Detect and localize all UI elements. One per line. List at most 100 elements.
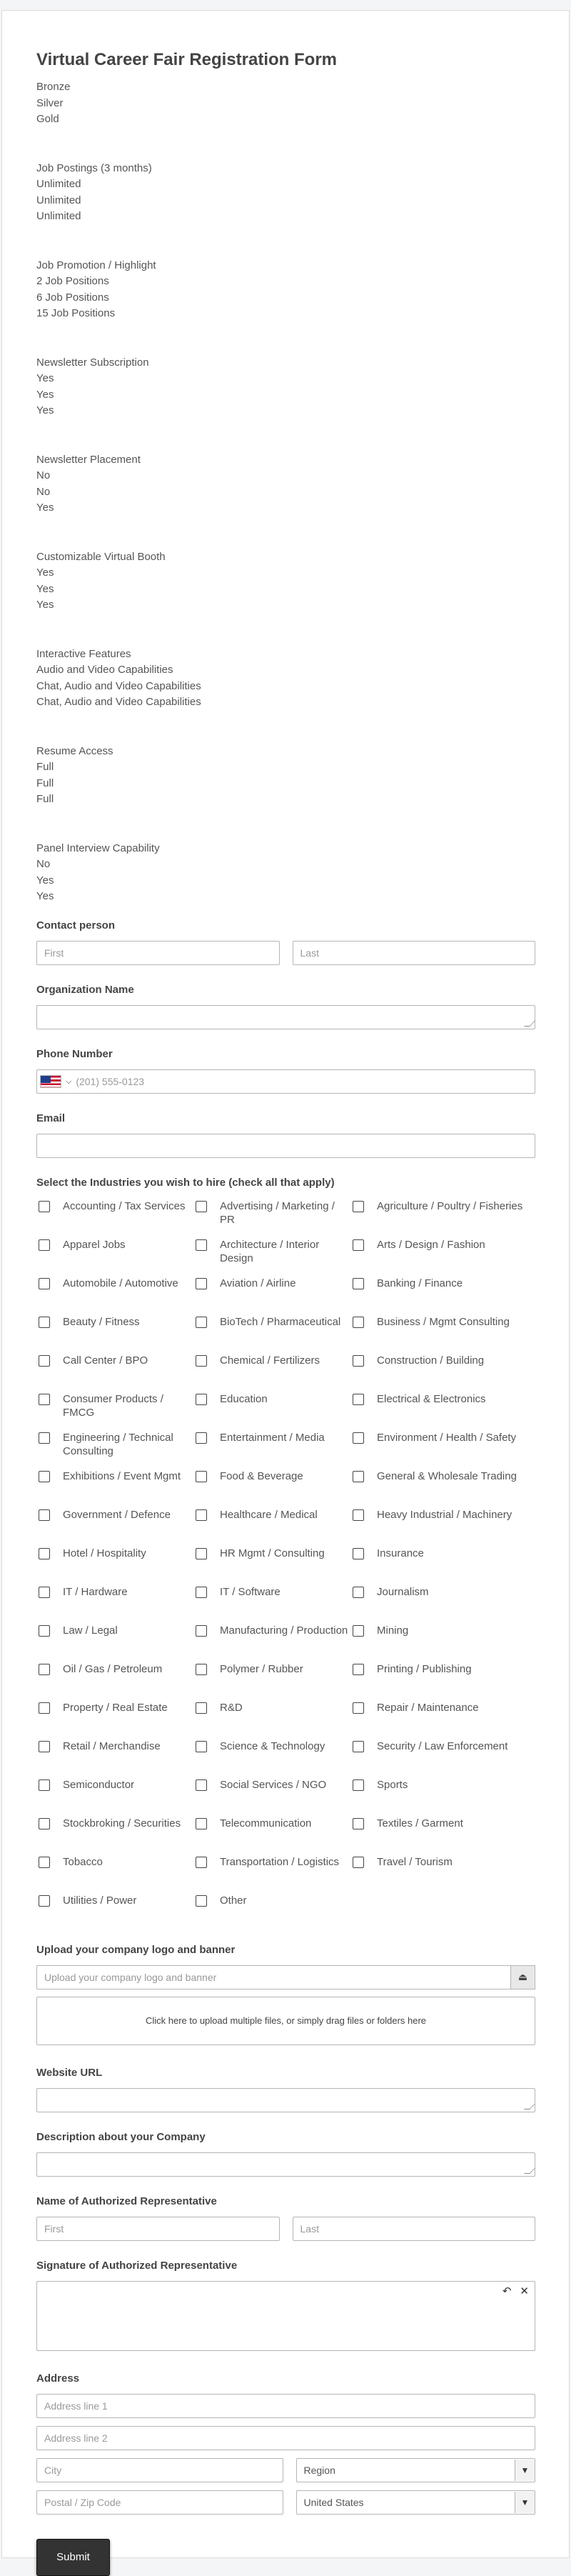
industry-checkbox-item[interactable]: Entertainment / Media	[193, 1431, 350, 1467]
industry-checkbox[interactable]	[39, 1509, 50, 1521]
industry-checkbox[interactable]	[39, 1817, 50, 1829]
industry-checkbox-item[interactable]: Tobacco	[36, 1855, 193, 1891]
industry-checkbox-item[interactable]: Polymer / Rubber	[193, 1662, 350, 1698]
industry-checkbox[interactable]	[39, 1277, 50, 1289]
industry-checkbox-item[interactable]: General & Wholesale Trading	[350, 1469, 535, 1505]
industry-checkbox-item[interactable]: Insurance	[350, 1547, 535, 1582]
industry-checkbox-item[interactable]: Manufacturing / Production	[193, 1624, 350, 1659]
industry-checkbox[interactable]	[196, 1432, 207, 1444]
industry-checkbox-item[interactable]: Banking / Finance	[350, 1277, 535, 1312]
industry-checkbox[interactable]	[39, 1856, 50, 1868]
website-url-textarea[interactable]	[36, 2087, 535, 2112]
email-input[interactable]	[36, 1133, 535, 1158]
resize-grip-icon[interactable]	[524, 2103, 535, 2110]
industry-checkbox-item[interactable]: Business / Mgmt Consulting	[350, 1315, 535, 1351]
industry-checkbox-item[interactable]: Construction / Building	[350, 1354, 535, 1389]
signature-pad[interactable]: ↶ ✕	[36, 2280, 535, 2351]
industry-checkbox-item[interactable]: Exhibitions / Event Mgmt	[36, 1469, 193, 1505]
industry-checkbox-item[interactable]: IT / Software	[193, 1585, 350, 1621]
industry-checkbox[interactable]	[39, 1316, 50, 1328]
industry-checkbox-item[interactable]: R&D	[193, 1701, 350, 1737]
industry-checkbox-item[interactable]: Stockbroking / Securities	[36, 1817, 193, 1852]
contact-last-name-input[interactable]: Last	[292, 940, 535, 965]
industry-checkbox[interactable]	[39, 1432, 50, 1444]
industry-checkbox[interactable]	[353, 1586, 364, 1598]
industry-checkbox-item[interactable]: Agriculture / Poultry / Fisheries	[350, 1199, 535, 1235]
industry-checkbox-item[interactable]: Retail / Merchandise	[36, 1739, 193, 1775]
industry-checkbox[interactable]	[196, 1817, 207, 1829]
upload-icon[interactable]: ⏏	[511, 1965, 535, 1990]
industry-checkbox[interactable]	[196, 1702, 207, 1714]
industry-checkbox-item[interactable]: Textiles / Garment	[350, 1817, 535, 1852]
industry-checkbox[interactable]	[196, 1316, 207, 1328]
city-input[interactable]: City	[36, 2457, 283, 2482]
us-flag-icon[interactable]	[40, 1074, 61, 1088]
industry-checkbox-item[interactable]: Other	[193, 1894, 350, 1929]
industry-checkbox-item[interactable]: Call Center / BPO	[36, 1354, 193, 1389]
industry-checkbox[interactable]	[39, 1663, 50, 1675]
industry-checkbox[interactable]	[39, 1470, 50, 1482]
industry-checkbox-item[interactable]: Utilities / Power	[36, 1894, 193, 1929]
representative-first-name-input[interactable]: First	[36, 2216, 280, 2241]
industry-checkbox[interactable]	[353, 1200, 364, 1212]
postal-code-input[interactable]: Postal / Zip Code	[36, 2490, 283, 2515]
industry-checkbox[interactable]	[353, 1239, 364, 1251]
undo-icon[interactable]: ↶	[502, 2285, 512, 2297]
industry-checkbox[interactable]	[196, 1277, 207, 1289]
industry-checkbox-item[interactable]: Apparel Jobs	[36, 1238, 193, 1274]
industry-checkbox-item[interactable]: Sports	[350, 1778, 535, 1814]
phone-number-input[interactable]: ⌵ (201) 555-0123	[36, 1069, 535, 1094]
industry-checkbox-item[interactable]: Semiconductor	[36, 1778, 193, 1814]
industry-checkbox[interactable]	[196, 1547, 207, 1559]
country-select[interactable]: United States ▼	[295, 2490, 535, 2515]
industry-checkbox-item[interactable]: Telecommunication	[193, 1817, 350, 1852]
industry-checkbox-item[interactable]: Property / Real Estate	[36, 1701, 193, 1737]
industry-checkbox[interactable]	[196, 1509, 207, 1521]
industry-checkbox-item[interactable]: HR Mgmt / Consulting	[193, 1547, 350, 1582]
industry-checkbox[interactable]	[39, 1393, 50, 1405]
industry-checkbox[interactable]	[353, 1547, 364, 1559]
industry-checkbox-item[interactable]: BioTech / Pharmaceutical	[193, 1315, 350, 1351]
industry-checkbox[interactable]	[196, 1663, 207, 1675]
industry-checkbox-item[interactable]: Engineering / Technical Consulting	[36, 1431, 193, 1467]
industry-checkbox-item[interactable]: Automobile / Automotive	[36, 1277, 193, 1312]
chevron-down-icon[interactable]: ▼	[515, 2491, 535, 2513]
industry-checkbox[interactable]	[39, 1740, 50, 1752]
industry-checkbox-item[interactable]: Travel / Tourism	[350, 1855, 535, 1891]
industry-checkbox-item[interactable]: Chemical / Fertilizers	[193, 1354, 350, 1389]
industry-checkbox[interactable]	[196, 1470, 207, 1482]
industry-checkbox-item[interactable]: Mining	[350, 1624, 535, 1659]
clear-icon[interactable]: ✕	[520, 2285, 529, 2297]
industry-checkbox[interactable]	[196, 1586, 207, 1598]
industry-checkbox[interactable]	[353, 1856, 364, 1868]
industry-checkbox-item[interactable]: Government / Defence	[36, 1508, 193, 1544]
industry-checkbox-item[interactable]: Arts / Design / Fashion	[350, 1238, 535, 1274]
industry-checkbox-item[interactable]: Repair / Maintenance	[350, 1701, 535, 1737]
chevron-down-icon[interactable]: ▼	[515, 2459, 535, 2481]
industry-checkbox-item[interactable]: Healthcare / Medical	[193, 1508, 350, 1544]
industry-checkbox[interactable]	[353, 1277, 364, 1289]
resize-grip-icon[interactable]	[524, 1020, 535, 1027]
industry-checkbox-item[interactable]: Education	[193, 1392, 350, 1428]
industry-checkbox[interactable]	[39, 1702, 50, 1714]
industry-checkbox-item[interactable]: Oil / Gas / Petroleum	[36, 1662, 193, 1698]
industry-checkbox-item[interactable]: Law / Legal	[36, 1624, 193, 1659]
industry-checkbox-item[interactable]: Consumer Products / FMCG	[36, 1392, 193, 1428]
industry-checkbox-item[interactable]: Heavy Industrial / Machinery	[350, 1508, 535, 1544]
industry-checkbox[interactable]	[353, 1740, 364, 1752]
industry-checkbox[interactable]	[39, 1894, 50, 1907]
industry-checkbox-item[interactable]: Hotel / Hospitality	[36, 1547, 193, 1582]
address-line1-input[interactable]: Address line 1	[36, 2393, 535, 2418]
industry-checkbox-item[interactable]: Social Services / NGO	[193, 1778, 350, 1814]
upload-input[interactable]: Upload your company logo and banner	[36, 1965, 511, 1990]
industry-checkbox[interactable]	[196, 1354, 207, 1367]
industry-checkbox-item[interactable]: IT / Hardware	[36, 1585, 193, 1621]
industry-checkbox-item[interactable]: Printing / Publishing	[350, 1662, 535, 1698]
industry-checkbox[interactable]	[353, 1702, 364, 1714]
industry-checkbox[interactable]	[353, 1663, 364, 1675]
industry-checkbox-item[interactable]: Transportation / Logistics	[193, 1855, 350, 1891]
contact-first-name-input[interactable]: First	[36, 940, 280, 965]
industry-checkbox-item[interactable]: Electrical & Electronics	[350, 1392, 535, 1428]
industry-checkbox-item[interactable]: Aviation / Airline	[193, 1277, 350, 1312]
industry-checkbox[interactable]	[196, 1894, 207, 1907]
